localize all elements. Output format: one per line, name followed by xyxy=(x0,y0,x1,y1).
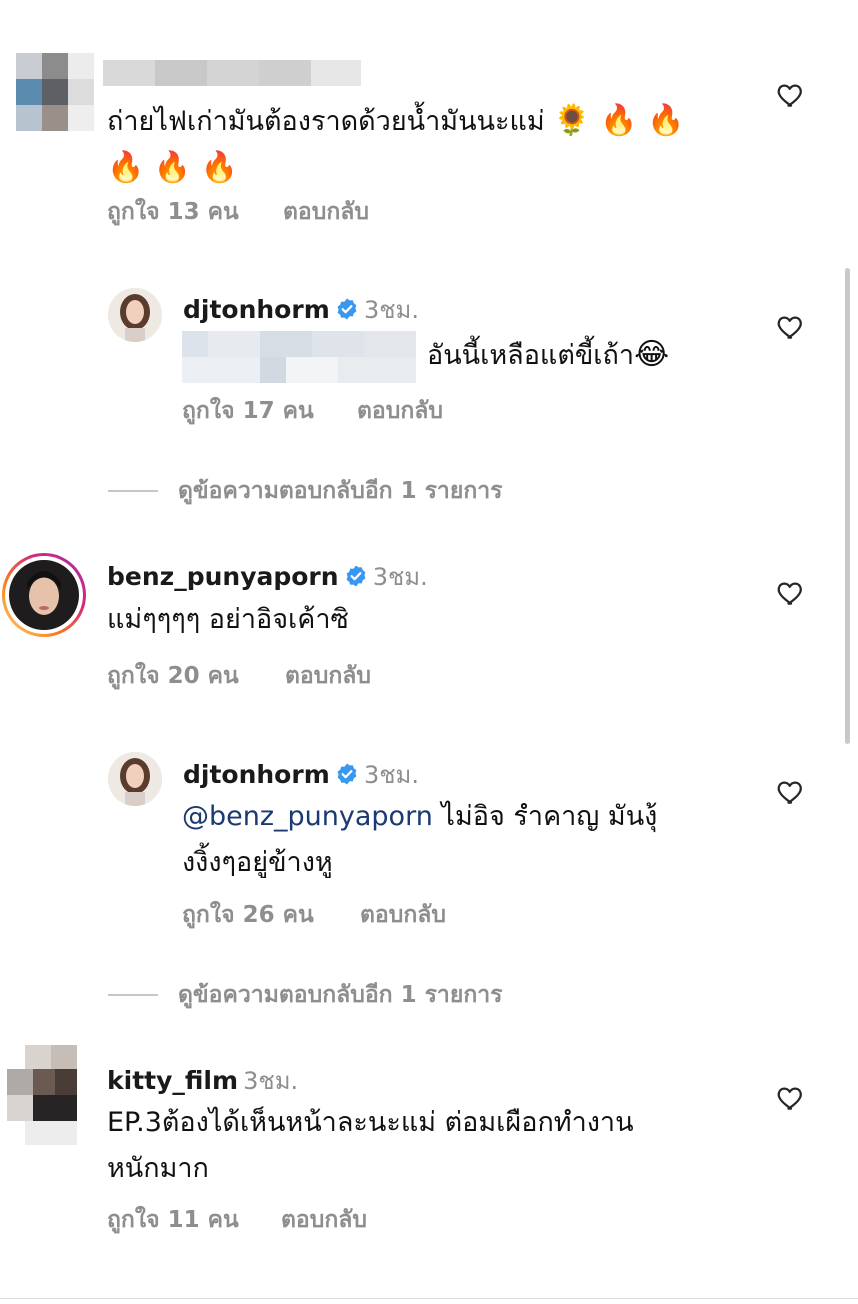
like-count[interactable]: ถูกใจ 13 คน xyxy=(107,194,239,230)
comment-text: แม่ๆๆๆๆ อย่าอิจเค้าซิ xyxy=(107,604,349,635)
fire-emoji: 🔥 🔥 🔥 xyxy=(107,150,239,185)
view-more-label: ดูข้อความตอบกลับอีก 1 รายการ xyxy=(178,478,503,504)
verified-icon xyxy=(335,297,359,321)
laughing-emoji: 😂 xyxy=(634,337,670,372)
heart-icon[interactable] xyxy=(776,1083,806,1113)
divider-line xyxy=(108,490,158,492)
username[interactable]: kitty_film xyxy=(107,1066,238,1095)
reply-button[interactable]: ตอบกลับ xyxy=(357,393,443,429)
avatar[interactable] xyxy=(7,1045,77,1145)
comment-header: djtonhorm 3ชม. xyxy=(183,755,419,794)
view-more-replies[interactable]: ดูข้อความตอบกลับอีก 1 รายการ xyxy=(108,977,503,1013)
avatar[interactable] xyxy=(108,752,162,806)
scrollbar[interactable] xyxy=(845,268,850,744)
comment-text: ถ่ายไฟเก่ามันต้องราดด้วยน้ำมันนะแม่ 🌻 🔥 … xyxy=(107,103,685,185)
timestamp: 3ชม. xyxy=(243,1067,299,1095)
like-count[interactable]: ถูกใจ 26 คน xyxy=(182,897,314,933)
view-more-label: ดูข้อความตอบกลับอีก 1 รายการ xyxy=(178,982,503,1008)
avatar xyxy=(9,560,79,630)
timestamp: 3ชม. xyxy=(372,563,428,591)
reply-button[interactable]: ตอบกลับ xyxy=(285,658,371,694)
divider-line xyxy=(108,994,158,996)
timestamp: 3ชม. xyxy=(363,296,419,324)
reply-button[interactable]: ตอบกลับ xyxy=(360,897,446,933)
username[interactable]: djtonhorm xyxy=(183,295,330,324)
mention-link[interactable]: @benz_punyaporn xyxy=(182,801,433,832)
comment-header: benz_punyaporn 3ชม. xyxy=(107,557,428,596)
reply-button[interactable]: ตอบกลับ xyxy=(281,1202,367,1238)
comment-text: อันนี้เหลือแต่ขี้เถ้า😂 xyxy=(427,337,670,372)
heart-icon[interactable] xyxy=(776,80,806,110)
sunflower-fire-emoji: 🌻 🔥 🔥 xyxy=(553,103,685,138)
heart-icon[interactable] xyxy=(776,578,806,608)
mention-blurred xyxy=(182,331,416,383)
avatar[interactable] xyxy=(108,288,162,342)
comment-text: EP.3ต้องได้เห็นหน้าละนะแม่ ต่อมเผือกทำงา… xyxy=(107,1107,634,1184)
story-ring-avatar[interactable] xyxy=(2,553,86,637)
view-more-replies[interactable]: ดูข้อความตอบกลับอีก 1 รายการ xyxy=(108,473,503,509)
username[interactable]: benz_punyaporn xyxy=(107,562,339,591)
like-count[interactable]: ถูกใจ 11 คน xyxy=(107,1202,239,1238)
comment-text: @benz_punyaporn ไม่อิจ รำคาญ มันงุ้ งงิ้… xyxy=(182,801,658,878)
username-blurred xyxy=(103,60,361,86)
avatar[interactable] xyxy=(16,53,94,131)
heart-icon[interactable] xyxy=(776,777,806,807)
username[interactable]: djtonhorm xyxy=(183,760,330,789)
heart-icon[interactable] xyxy=(776,312,806,342)
verified-icon xyxy=(344,564,368,588)
timestamp: 3ชม. xyxy=(363,761,419,789)
like-count[interactable]: ถูกใจ 20 คน xyxy=(107,658,239,694)
bottom-divider xyxy=(0,1298,858,1299)
reply-button[interactable]: ตอบกลับ xyxy=(283,194,369,230)
verified-icon xyxy=(335,762,359,786)
like-count[interactable]: ถูกใจ 17 คน xyxy=(182,393,314,429)
comment-header: djtonhorm 3ชม. xyxy=(183,290,419,329)
comment-header: kitty_film 3ชม. xyxy=(107,1061,298,1100)
